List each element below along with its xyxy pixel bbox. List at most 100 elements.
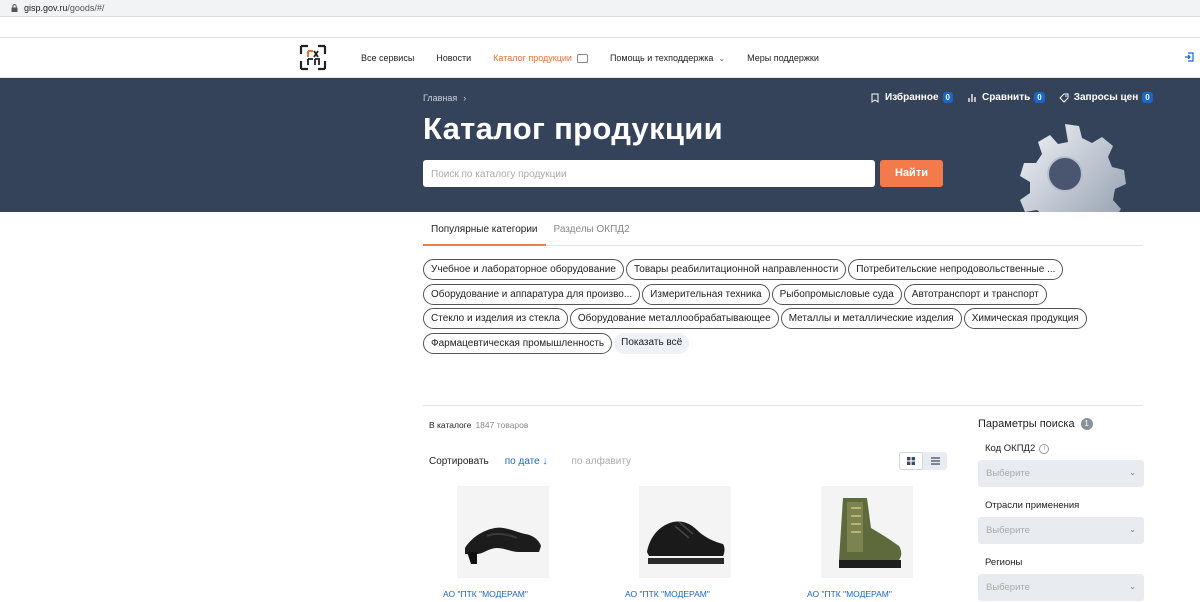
- category-chip[interactable]: Металлы и металлические изделия: [780, 308, 962, 329]
- category-chip[interactable]: Оборудование и аппаратура для произво...: [423, 283, 641, 305]
- search-button[interactable]: Найти: [880, 160, 943, 187]
- section-divider: [423, 405, 1143, 406]
- sort-label: Сортировать: [429, 456, 489, 467]
- product-card[interactable]: АО "ПТК "МОДЕРАМ": [797, 486, 947, 599]
- chip-row: Оборудование и аппаратура для произво...…: [423, 283, 1103, 305]
- url-domain: gisp.gov.ru: [24, 3, 68, 13]
- regions-select[interactable]: Выберите ⌄: [978, 574, 1144, 601]
- nav-news[interactable]: Новости: [436, 53, 471, 63]
- catalog-count: В каталоге 1847 товаров: [429, 420, 528, 430]
- arrow-down-icon: ↓: [542, 456, 548, 467]
- filter-label-text: Код ОКПД2: [985, 443, 1036, 454]
- compare-label: Сравнить: [981, 92, 1031, 103]
- page-title: Каталог продукции: [423, 111, 723, 146]
- regions-select-value: Выберите: [986, 582, 1030, 593]
- nav-all-services[interactable]: Все сервисы: [361, 53, 414, 63]
- login-icon[interactable]: [1184, 52, 1194, 62]
- breadcrumb[interactable]: Главная ›: [423, 93, 466, 103]
- hero-banner: Главная › Каталог продукции Избранное 0 Ср…: [0, 78, 1200, 212]
- favorites-badge: 0: [942, 92, 953, 103]
- nav-catalog-label: Каталог продукции: [493, 53, 572, 63]
- gear-icon: [1020, 124, 1126, 212]
- compare-counter[interactable]: Сравнить 0: [967, 92, 1045, 103]
- nav-catalog[interactable]: Каталог продукции: [493, 53, 588, 63]
- catalog-search-input[interactable]: Поиск по каталогу продукции: [423, 160, 875, 187]
- nav-support-measures[interactable]: Меры поддержки: [747, 53, 819, 63]
- top-navigation: Все сервисы Новости Каталог продукции По…: [0, 38, 1200, 78]
- industries-select-value: Выберите: [986, 525, 1030, 536]
- chevron-down-icon: ⌄: [1129, 582, 1136, 591]
- category-chip[interactable]: Товары реабилитационной направленности: [625, 259, 847, 280]
- industries-select[interactable]: Выберите ⌄: [978, 517, 1144, 544]
- price-requests-label: Запросы цен: [1073, 92, 1139, 103]
- product-maker[interactable]: АО "ПТК "МОДЕРАМ": [807, 589, 947, 599]
- bar-chart-icon: [968, 93, 976, 102]
- show-all-button[interactable]: Показать всё: [614, 332, 690, 354]
- gisp-logo[interactable]: [299, 44, 327, 71]
- favorites-label: Избранное: [885, 92, 939, 103]
- favorites-counter[interactable]: Избранное 0: [870, 92, 953, 103]
- grid-view-button[interactable]: [899, 452, 923, 470]
- grid-icon: [907, 457, 915, 465]
- product-card[interactable]: АО "ПТК "МОДЕРАМ": [433, 486, 583, 599]
- category-chip[interactable]: Измерительная техника: [642, 283, 770, 305]
- okpd2-select[interactable]: Выберите ⌄: [978, 460, 1144, 487]
- search-params-title-text: Параметры поиска: [978, 418, 1075, 430]
- category-chip[interactable]: Учебное и лабораторное оборудование: [423, 259, 624, 280]
- product-image-boot-khaki: [821, 486, 913, 578]
- filter-label-industries: Отрасли применения: [985, 500, 1080, 511]
- tag-icon: [1058, 93, 1069, 103]
- catalog-count-label: В каталоге: [429, 420, 472, 430]
- chevron-down-icon: ⌄: [1129, 525, 1136, 534]
- category-chip[interactable]: Фармацевтическая промышленность: [423, 332, 613, 354]
- chevron-down-icon: ⌄: [718, 53, 726, 63]
- chat-icon: [576, 53, 588, 63]
- category-chip[interactable]: Потребительские непродовольственные ...: [848, 259, 1064, 280]
- category-chips: Учебное и лабораторное оборудование Това…: [423, 259, 1103, 357]
- search-params-panel: Параметры поиска 1 Код ОКПД2 i Выберите ⌄ О…: [978, 418, 1144, 601]
- category-chip[interactable]: Автотранспорт и транспорт: [903, 283, 1047, 305]
- category-chip[interactable]: Рыбопромысловые суда: [771, 283, 902, 305]
- address-bar[interactable]: gisp.gov.ru/goods/#/: [0, 0, 1200, 17]
- top-spacer: [0, 17, 1200, 38]
- params-count-badge: 1: [1080, 418, 1093, 430]
- okpd2-select-value: Выберите: [986, 468, 1030, 479]
- sort-by-date-label: по дате: [504, 456, 540, 467]
- product-maker[interactable]: АО "ПТК "МОДЕРАМ": [443, 589, 583, 599]
- price-requests-badge: 0: [1142, 92, 1153, 103]
- tab-popular-categories[interactable]: Популярные категории: [423, 215, 546, 246]
- compare-badge: 0: [1034, 92, 1045, 103]
- search-params-title: Параметры поиска 1: [978, 418, 1144, 430]
- sort-by-date[interactable]: по дате ↓: [505, 456, 548, 467]
- chevron-down-icon: ⌄: [1129, 468, 1136, 477]
- product-image-shoe-sneaker: [639, 486, 731, 578]
- sort-by-alphabet[interactable]: по алфавиту: [572, 456, 632, 467]
- nav-help-label: Помощь и техподдержка: [609, 53, 714, 63]
- breadcrumb-home[interactable]: Главная: [423, 93, 457, 103]
- category-chip[interactable]: Оборудование металлообрабатывающее: [569, 308, 779, 329]
- product-maker[interactable]: АО "ПТК "МОДЕРАМ": [625, 589, 765, 599]
- list-view-button[interactable]: [923, 452, 947, 470]
- list-icon: [930, 457, 940, 465]
- bookmark-icon: [871, 93, 879, 103]
- nav-help[interactable]: Помощь и техподдержка ⌄: [610, 53, 725, 63]
- lock-icon: [11, 4, 18, 12]
- chip-row: Стекло и изделия из стекла Оборудование …: [423, 308, 1103, 329]
- info-icon[interactable]: i: [1039, 443, 1050, 454]
- chip-row: Учебное и лабораторное оборудование Това…: [423, 259, 1103, 280]
- user-counters: Избранное 0 Сравнить 0 Запросы цен 0: [870, 92, 1167, 103]
- product-image-shoe-pump: [457, 486, 549, 578]
- tab-okpd2-sections[interactable]: Разделы ОКПД2: [546, 215, 638, 246]
- category-chip[interactable]: Стекло и изделия из стекла: [423, 308, 568, 329]
- chip-row: Фармацевтическая промышленность Показать…: [423, 332, 1103, 354]
- view-toggle: [899, 452, 947, 470]
- url-path: /goods/#/: [67, 3, 105, 13]
- sort-bar: Сортировать по дате ↓ по алфавиту: [429, 456, 631, 467]
- product-card[interactable]: АО "ПТК "МОДЕРАМ": [615, 486, 765, 599]
- catalog-count-value: 1847 товаров: [475, 420, 529, 430]
- filter-label-okpd2: Код ОКПД2 i: [985, 443, 1144, 454]
- category-tabs: Популярные категории Разделы ОКПД2: [423, 215, 1143, 246]
- price-requests-counter[interactable]: Запросы цен 0: [1058, 92, 1153, 103]
- chevron-right-icon: ›: [463, 93, 467, 103]
- category-chip[interactable]: Химическая продукция: [963, 308, 1087, 329]
